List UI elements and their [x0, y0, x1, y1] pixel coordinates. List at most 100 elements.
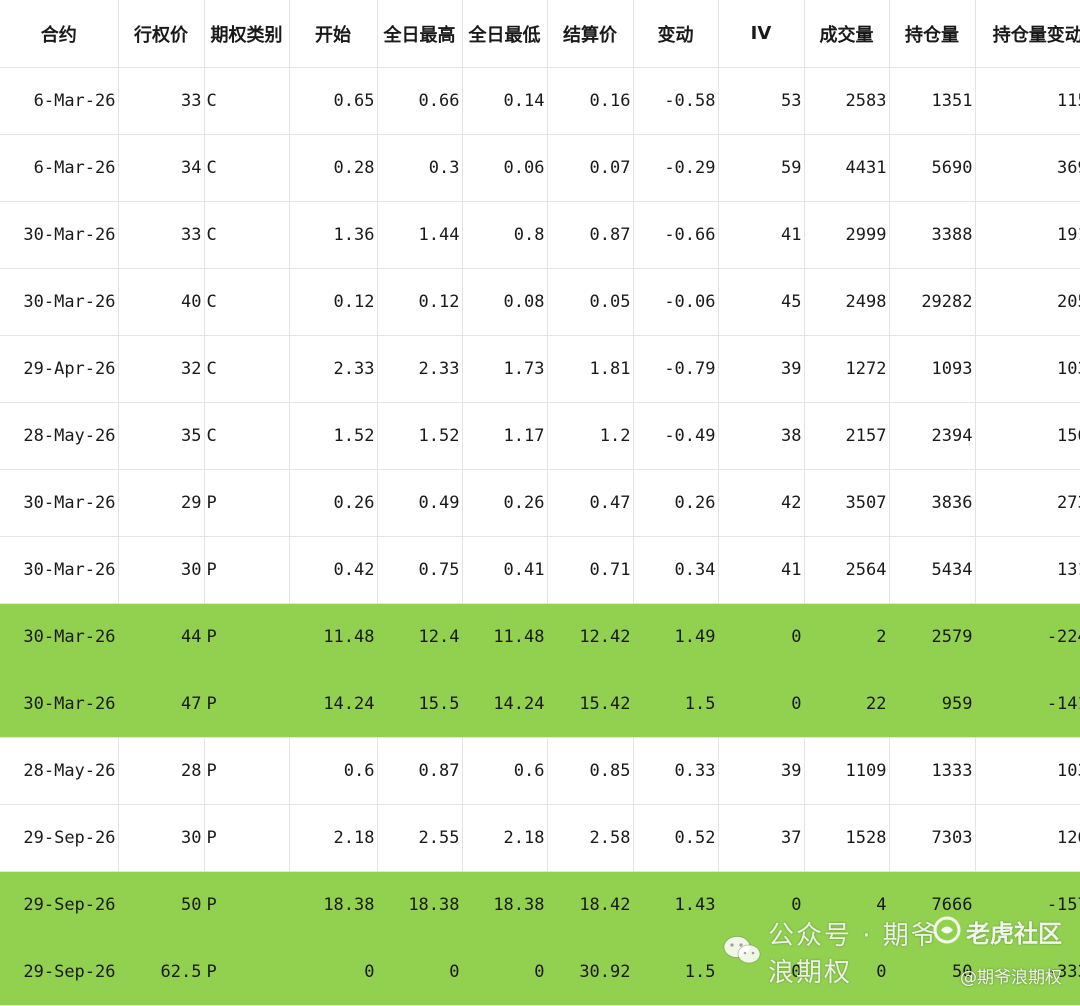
table-row: 29-Sep-2662.5P00030.921.50050-3333 — [0, 938, 1080, 1006]
table-body: 6-Mar-26 33 C 0.65 0.66 0.14 0.16 -0.58 53 2583 13… — [0, 67, 1080, 1006]
type-cell: P — [204, 938, 290, 1006]
contract-cell: 30-Mar-26 — [0, 201, 119, 269]
type-cell: P — [204, 603, 290, 671]
settle-cell: 0.07 — [547, 134, 634, 202]
settle-cell: 0.87 — [547, 201, 634, 269]
column-header: 变动 — [633, 0, 719, 68]
iv-cell: 41 — [718, 201, 805, 269]
type-cell: C — [204, 67, 290, 135]
table-row: 29-Sep-26 50 P 18.38 18.38 18.38 18.42 1.43 0 4 76… — [0, 871, 1080, 939]
high-cell: 1.44 — [377, 201, 463, 269]
high-cell: 1.52 — [377, 402, 463, 470]
contract-cell: 29-Sep-26 — [0, 938, 119, 1006]
column-header: IV — [718, 0, 805, 68]
strike-cell: 30 — [118, 804, 205, 872]
strike-cell: 32 — [118, 335, 205, 403]
volume-cell: 2583 — [804, 67, 890, 135]
change-cell: -0.49 — [633, 402, 719, 470]
open-interest-cell: 1333 — [889, 737, 976, 805]
oi-change-cell: 2051 — [975, 268, 1080, 336]
contract-cell: 30-Mar-26 — [0, 536, 119, 604]
contract-cell: 30-Mar-26 — [0, 603, 119, 671]
volume-cell: 2157 — [804, 402, 890, 470]
high-cell: 0.3 — [377, 134, 463, 202]
oi-change-cell: 1560 — [975, 402, 1080, 470]
low-cell: 11.48 — [462, 603, 548, 671]
table-row: 29-Sep-26 30 P 2.18 2.55 2.18 2.58 0.52 37 1528 73… — [0, 804, 1080, 872]
contract-cell: 30-Mar-26 — [0, 469, 119, 537]
low-cell: 0.06 — [462, 134, 548, 202]
change-cell: -0.79 — [633, 335, 719, 403]
volume-cell: 2 — [804, 603, 890, 671]
volume-cell: 2564 — [804, 536, 890, 604]
volume-cell: 0 — [804, 938, 890, 1006]
table-row: 28-May-26 28 P 0.6 0.87 0.6 0.85 0.33 39 1109 1333… — [0, 737, 1080, 805]
low-cell: 0.8 — [462, 201, 548, 269]
settle-cell: 2.58 — [547, 804, 634, 872]
low-cell: 1.73 — [462, 335, 548, 403]
oi-change-cell: 2730 — [975, 469, 1080, 537]
iv-cell: 53 — [718, 67, 805, 135]
volume-cell: 3507 — [804, 469, 890, 537]
iv-cell: 39 — [718, 737, 805, 805]
iv-cell: 39 — [718, 335, 805, 403]
open-cell: 11.48 — [289, 603, 378, 671]
change-cell: 1.43 — [633, 871, 719, 939]
iv-cell: 59 — [718, 134, 805, 202]
open-cell: 0.12 — [289, 268, 378, 336]
open-cell: 0.26 — [289, 469, 378, 537]
open-cell: 0.42 — [289, 536, 378, 604]
table-row: 6-Mar-26 34 C 0.28 0.3 0.06 0.07 -0.29 59 4431 569… — [0, 134, 1080, 202]
open-cell: 2.18 — [289, 804, 378, 872]
open-cell: 0.65 — [289, 67, 378, 135]
open-interest-cell: 7303 — [889, 804, 976, 872]
contract-cell: 30-Mar-26 — [0, 670, 119, 738]
change-cell: 0.33 — [633, 737, 719, 805]
open-interest-cell: 29282 — [889, 268, 976, 336]
volume-cell: 1109 — [804, 737, 890, 805]
low-cell: 14.24 — [462, 670, 548, 738]
high-cell: 2.33 — [377, 335, 463, 403]
open-interest-cell: 3836 — [889, 469, 976, 537]
strike-cell: 30 — [118, 536, 205, 604]
type-cell: C — [204, 268, 290, 336]
high-cell: 0.12 — [377, 268, 463, 336]
options-table: 合约 行权价 期权类别 开始 全日最高 全日最低 结算价 变动 IV 成交量 持仓量 持仓量变动 6-… — [0, 0, 1080, 1006]
settle-cell: 30.92 — [547, 938, 634, 1006]
type-cell: P — [204, 737, 290, 805]
high-cell: 2.55 — [377, 804, 463, 872]
iv-cell: 0 — [718, 603, 805, 671]
low-cell: 0.08 — [462, 268, 548, 336]
open-cell: 1.52 — [289, 402, 378, 470]
header-row: 合约 行权价 期权类别 开始 全日最高 全日最低 结算价 变动 IV 成交量 持仓量 持仓量变动 — [0, 0, 1080, 68]
column-header: 持仓量变动 — [975, 0, 1080, 68]
iv-cell: 0 — [718, 871, 805, 939]
oi-change-cell: -2243 — [975, 603, 1080, 671]
table-row: 30-Mar-26 30 P 0.42 0.75 0.41 0.71 0.34 41 2564 54… — [0, 536, 1080, 604]
strike-cell: 35 — [118, 402, 205, 470]
settle-cell: 0.16 — [547, 67, 634, 135]
low-cell: 0.41 — [462, 536, 548, 604]
strike-cell: 28 — [118, 737, 205, 805]
column-header: 持仓量 — [889, 0, 976, 68]
table-row: 30-Mar-26 47 P 14.24 15.5 14.24 15.42 1.5 0 22 959… — [0, 670, 1080, 738]
type-cell: C — [204, 402, 290, 470]
contract-cell: 28-May-26 — [0, 402, 119, 470]
change-cell: 0.34 — [633, 536, 719, 604]
change-cell: -0.66 — [633, 201, 719, 269]
volume-cell: 2999 — [804, 201, 890, 269]
volume-cell: 4431 — [804, 134, 890, 202]
high-cell: 12.4 — [377, 603, 463, 671]
low-cell: 0.6 — [462, 737, 548, 805]
open-cell: 18.38 — [289, 871, 378, 939]
contract-cell: 29-Sep-26 — [0, 804, 119, 872]
settle-cell: 15.42 — [547, 670, 634, 738]
oi-change-cell: 1319 — [975, 536, 1080, 604]
iv-cell: 0 — [718, 938, 805, 1006]
table-row: 29-Apr-26 32 C 2.33 2.33 1.73 1.81 -0.79 39 1272 1… — [0, 335, 1080, 403]
change-cell: 0.52 — [633, 804, 719, 872]
oi-change-cell: 1039 — [975, 737, 1080, 805]
strike-cell: 34 — [118, 134, 205, 202]
change-cell: -0.58 — [633, 67, 719, 135]
type-cell: C — [204, 335, 290, 403]
